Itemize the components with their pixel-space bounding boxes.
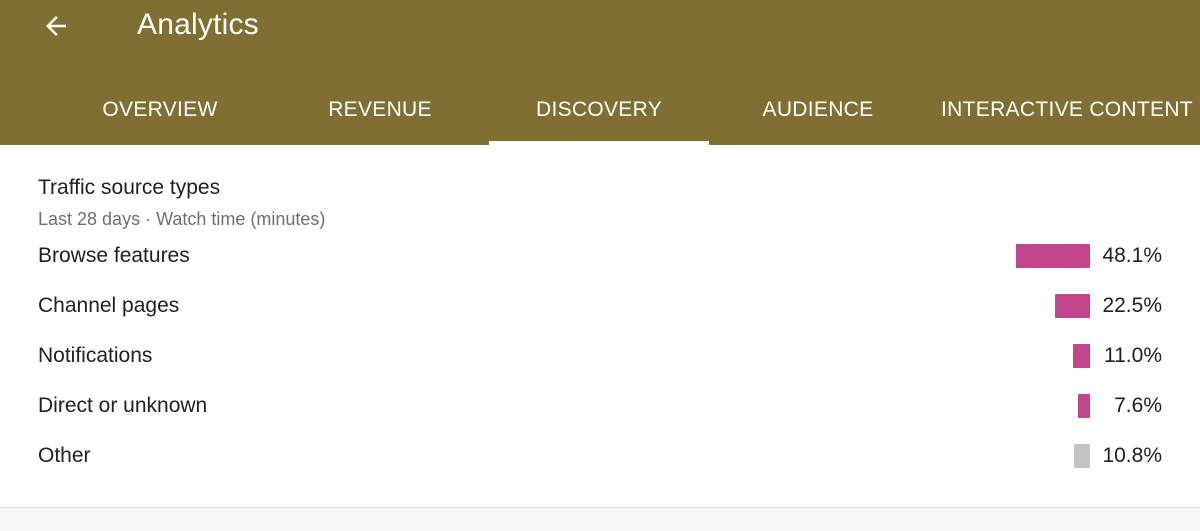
tab-label: INTERACTIVE CONTENT — [941, 97, 1193, 121]
traffic-row: Direct or unknown 7.6% — [0, 386, 1200, 426]
tab-audience[interactable]: AUDIENCE — [708, 76, 928, 145]
traffic-share-bar — [1055, 294, 1090, 318]
traffic-row: Other 10.8% — [0, 436, 1200, 476]
traffic-share-value: 7.6% — [1114, 394, 1162, 417]
traffic-source-label: Direct or unknown — [38, 394, 208, 417]
traffic-share-bar — [1078, 394, 1090, 418]
analytics-screen: Analytics OVERVIEW REVENUE DISCOVERY AUD… — [0, 0, 1200, 531]
tab-bar: OVERVIEW REVENUE DISCOVERY AUDIENCE INTE… — [0, 76, 1200, 145]
card-title: Traffic source types — [38, 176, 221, 199]
page-title: Analytics — [137, 8, 259, 41]
traffic-source-label: Other — [38, 444, 91, 467]
traffic-source-label: Channel pages — [38, 294, 180, 317]
traffic-source-label: Browse features — [38, 244, 190, 267]
traffic-source-types-card[interactable]: Traffic source types Last 28 days · Watc… — [0, 145, 1200, 508]
traffic-row: Channel pages 22.5% — [0, 286, 1200, 326]
tab-label: DISCOVERY — [535, 97, 662, 121]
traffic-share-value: 48.1% — [1102, 244, 1162, 267]
traffic-share-value: 10.8% — [1102, 444, 1162, 467]
traffic-share-bar — [1016, 244, 1090, 268]
back-button[interactable] — [30, 4, 82, 48]
traffic-row: Notifications 11.0% — [0, 336, 1200, 376]
arrow-left-icon — [46, 16, 66, 36]
tab-label: AUDIENCE — [762, 97, 874, 121]
traffic-share-value: 11.0% — [1104, 344, 1162, 367]
tab-interactive-content[interactable]: INTERACTIVE CONTENT — [928, 76, 1200, 145]
traffic-source-label: Notifications — [38, 344, 153, 367]
tab-label: REVENUE — [328, 97, 432, 121]
traffic-share-bar — [1074, 444, 1090, 468]
app-bar: Analytics OVERVIEW REVENUE DISCOVERY AUD… — [0, 0, 1200, 145]
traffic-row: Browse features 48.1% — [0, 236, 1200, 276]
tab-label: OVERVIEW — [102, 97, 218, 121]
traffic-share-value: 22.5% — [1102, 294, 1162, 317]
tab-discovery[interactable]: DISCOVERY — [489, 76, 709, 145]
tab-revenue[interactable]: REVENUE — [270, 76, 490, 145]
card-subtitle: Last 28 days · Watch time (minutes) — [38, 209, 326, 229]
tab-overview[interactable]: OVERVIEW — [50, 76, 270, 145]
traffic-share-bar — [1073, 344, 1090, 368]
